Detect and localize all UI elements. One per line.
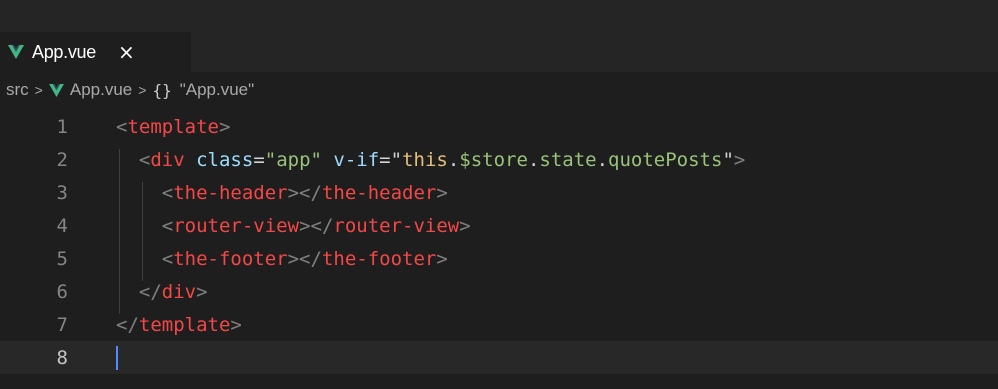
code-line[interactable]: 3 <the-header></the-header> [0, 176, 998, 215]
code-line[interactable]: 8 [0, 341, 998, 374]
code-token: the-footer [321, 247, 437, 270]
code-token: . [527, 148, 540, 171]
code-text: <router-view></router-view> [116, 214, 471, 248]
code-token: div [161, 280, 197, 303]
breadcrumb-separator: > [34, 82, 43, 98]
code-token: = [253, 148, 265, 171]
code-text: <template> [116, 116, 230, 138]
code-token: > [230, 313, 242, 336]
breadcrumb-file[interactable]: App.vue [70, 80, 132, 100]
code-token: > [436, 181, 448, 204]
breadcrumb: src > App.vue > {} "App.vue" [0, 72, 998, 108]
close-icon[interactable]: × [118, 42, 135, 62]
line-number: 8 [56, 346, 68, 369]
line-number: 3 [56, 181, 68, 204]
code-token: > [733, 148, 746, 171]
code-token: < [161, 247, 174, 270]
code-token: $store [459, 148, 528, 171]
code-token: router-view [173, 214, 300, 237]
code-text: <div class="app" v-if="this.$store.state… [116, 148, 746, 182]
code-token: template [127, 115, 219, 138]
line-number: 4 [56, 214, 68, 237]
code-token: class [184, 148, 254, 171]
code-token: > [196, 280, 208, 303]
vue-logo-icon [48, 83, 64, 97]
code-token: the-footer [173, 247, 288, 270]
line-number: 1 [56, 115, 68, 138]
code-text: <the-header></the-header> [116, 181, 448, 215]
curly-braces-icon: {} [152, 80, 172, 100]
code-token: > [218, 115, 231, 138]
code-token: state [539, 148, 597, 171]
breadcrumb-symbol[interactable]: "App.vue" [180, 80, 254, 100]
code-text [116, 345, 118, 370]
breadcrumb-separator: > [138, 82, 147, 98]
line-number: 7 [56, 313, 68, 336]
code-token: div [150, 148, 185, 171]
code-text: </template> [116, 314, 242, 336]
code-token: > [436, 247, 448, 270]
code-token: "app" [264, 148, 322, 171]
code-token: router-view [333, 214, 460, 237]
code-line[interactable]: 4 <router-view></router-view> [0, 209, 998, 248]
tab-label: App.vue [32, 41, 96, 62]
code-token: ></ [287, 181, 322, 204]
code-token: </ [138, 280, 162, 303]
text-cursor [116, 345, 118, 370]
line-number: 5 [56, 247, 68, 270]
code-token: . [447, 148, 460, 171]
code-editor[interactable]: 1 <template> 2 <div class="app" v-if="this… [0, 108, 998, 389]
code-line[interactable]: 6 </div> [0, 275, 998, 314]
code-token: the-header [173, 181, 288, 204]
code-token: quotePosts [608, 148, 723, 171]
code-token: < [116, 115, 128, 138]
vue-logo-icon [8, 45, 24, 59]
code-token: this [402, 148, 448, 171]
code-token: < [161, 181, 174, 204]
code-token: < [161, 214, 174, 237]
line-number: 2 [56, 148, 68, 171]
code-text: </div> [116, 280, 208, 314]
code-token: " [390, 148, 403, 171]
code-line[interactable]: 5 <the-footer></the-footer> [0, 242, 998, 281]
code-token: = [379, 148, 391, 171]
line-number: 6 [56, 280, 68, 303]
code-token: the-header [321, 181, 437, 204]
code-token: < [138, 148, 151, 171]
code-token: ></ [287, 247, 322, 270]
code-token: " [722, 148, 734, 171]
code-token: </ [116, 313, 139, 336]
code-line[interactable]: 1 <template> [0, 110, 998, 143]
code-token: template [138, 313, 231, 336]
code-line[interactable]: 2 <div class="app" v-if="this.$store.sta… [0, 143, 998, 182]
code-token: ></ [299, 214, 334, 237]
tab-app-vue[interactable]: App.vue × [0, 32, 191, 72]
code-token: v-if [321, 148, 380, 171]
code-text: <the-footer></the-footer> [116, 247, 448, 281]
code-token: . [596, 148, 609, 171]
code-line[interactable]: 7 </template> [0, 308, 998, 341]
tab-bar: App.vue × [0, 0, 998, 72]
breadcrumb-folder[interactable]: src [6, 80, 29, 100]
code-token: > [459, 214, 471, 237]
